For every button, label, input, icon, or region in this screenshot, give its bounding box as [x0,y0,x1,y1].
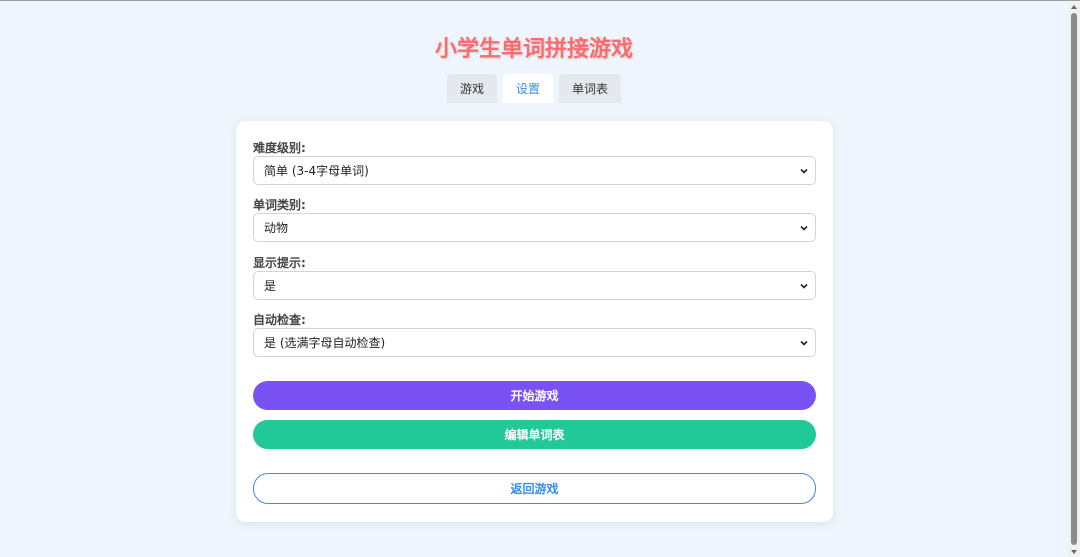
edit-word-list-button[interactable]: 编辑单词表 [253,420,816,449]
tab-game[interactable]: 游戏 [446,74,497,103]
difficulty-select[interactable]: 简单 (3-4字母单词) [253,156,816,185]
hints-label: 显示提示: [253,256,306,270]
tab-word-list[interactable]: 单词表 [559,74,622,103]
auto-check-select-value: 是 (选满字母自动检查) [264,336,386,350]
hints-select[interactable]: 是 [253,271,816,300]
chevron-down-icon [800,340,808,346]
settings-panel: 难度级别: 简单 (3-4字母单词) 单词类别: 动物 显示提示: 是 自动检查… [236,121,833,522]
auto-check-label: 自动检查: [253,313,306,327]
category-select[interactable]: 动物 [253,213,816,242]
tab-bar: 游戏 设置 单词表 [0,74,1068,103]
page: 小学生单词拼接游戏 游戏 设置 单词表 难度级别: 简单 (3-4字母单词) 单… [0,1,1068,557]
scroll-thumb[interactable] [1071,13,1077,545]
hints-select-value: 是 [264,279,277,293]
chevron-down-icon [800,168,808,174]
auto-check-select[interactable]: 是 (选满字母自动检查) [253,328,816,357]
scrollbar[interactable] [1068,1,1080,557]
page-title: 小学生单词拼接游戏 [434,37,633,62]
scroll-down-icon[interactable] [1070,548,1078,556]
category-label: 单词类别: [253,198,306,212]
tab-settings[interactable]: 设置 [502,74,553,103]
category-select-value: 动物 [264,221,289,235]
chevron-down-icon [800,225,808,231]
difficulty-select-value: 简单 (3-4字母单词) [264,164,369,178]
start-game-button[interactable]: 开始游戏 [253,381,816,410]
back-to-game-button[interactable]: 返回游戏 [253,473,816,504]
scroll-up-icon[interactable] [1070,3,1078,11]
difficulty-label: 难度级别: [253,141,306,155]
chevron-down-icon [800,283,808,289]
